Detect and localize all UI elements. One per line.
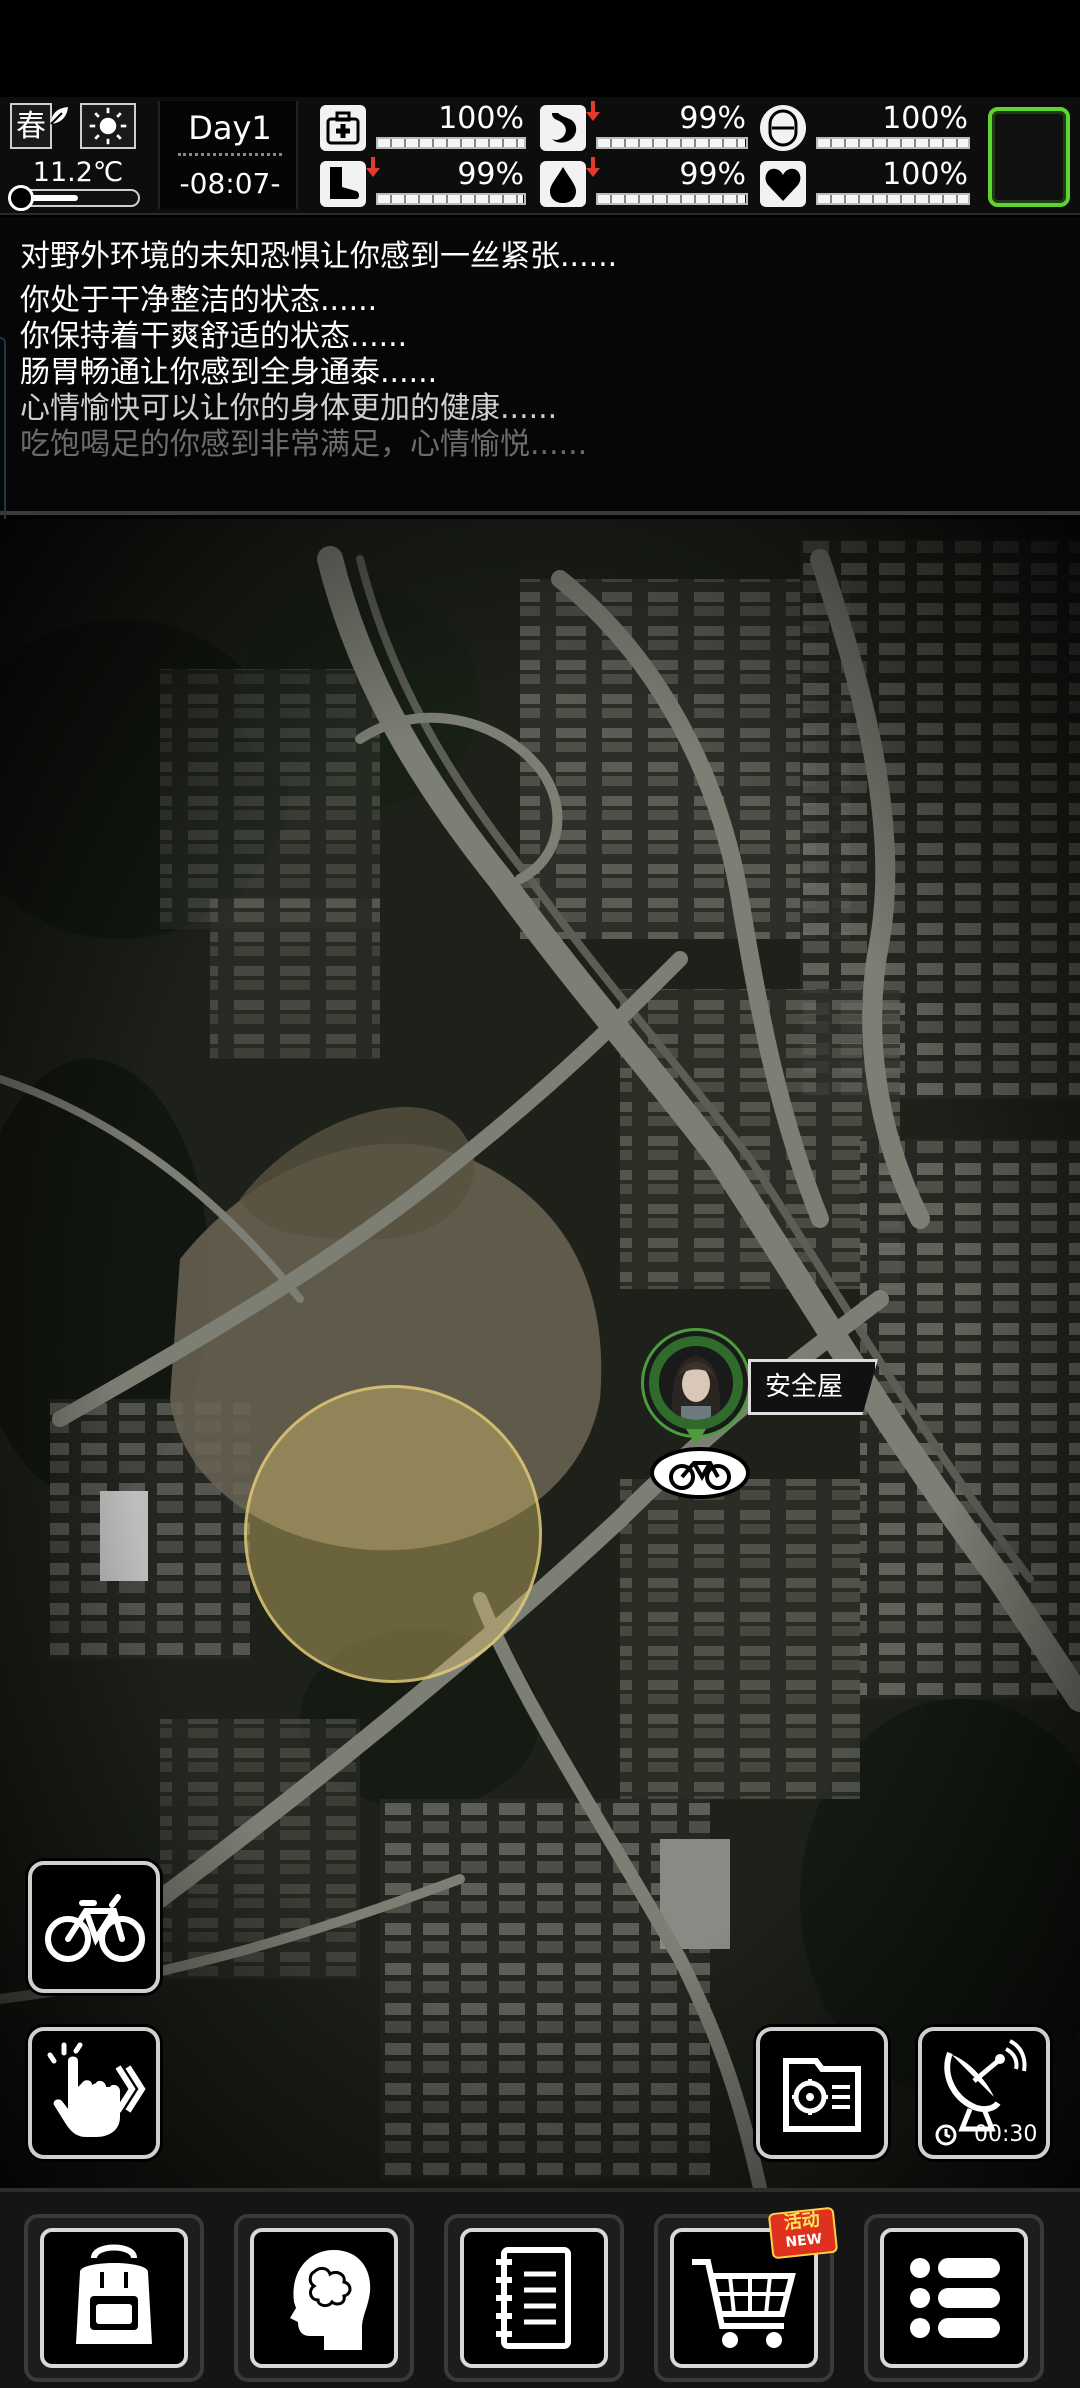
stat-mood-value: 100% [882,101,968,136]
boot-icon [320,161,366,207]
stat-heart[interactable]: 100% [760,157,972,209]
stat-thirst[interactable]: 99% [540,157,750,209]
decrease-arrow-icon [366,157,380,177]
log-message: 心情愉快可以让你的身体更加的健康...... [20,391,558,426]
game-clock: -08:07- [179,167,281,200]
nav-journal[interactable] [444,2214,624,2382]
stat-health-value: 100% [438,101,524,136]
water-drop-icon [540,161,586,207]
season-label: 春 [16,109,46,144]
world-map[interactable]: 安全屋 00:30 [0,519,1080,2188]
event-new-badge: 活动 NEW [767,2206,839,2260]
day-counter: Day1 [188,109,272,147]
stat-thirst-value: 99% [679,157,746,192]
temperature-readout: 11.2℃ [32,157,124,188]
stat-mood[interactable]: 100% [760,101,972,153]
thermometer-icon [8,185,34,211]
stat-hunger-bar [596,137,748,149]
player-avatar [659,1346,733,1420]
season-indicator: 春 [10,103,52,149]
stat-stamina[interactable]: 99% [320,157,528,209]
log-message: 对野外环境的未知恐惧让你感到一丝紧张...... [20,239,618,274]
menu-list-icon [910,2258,1000,2338]
player-marker[interactable] [644,1331,748,1435]
backpack-icon [76,2244,152,2344]
stat-hunger-value: 99% [679,101,746,136]
safehouse-label[interactable]: 安全屋 [748,1359,879,1415]
nav-menu[interactable] [864,2214,1044,2382]
stat-heart-bar [816,193,970,205]
weather-indicator [80,103,136,149]
log-message: 你保持着干爽舒适的状态...... [20,319,408,354]
nav-backpack[interactable] [24,2214,204,2382]
bicycle-icon [45,1894,145,1962]
stat-stamina-bar [376,193,526,205]
bottom-navigation: 活动 NEW [0,2188,1080,2388]
nav-shop[interactable]: 活动 NEW [654,2206,839,2382]
stat-health-bar [376,137,526,149]
stat-mood-bar [816,137,970,149]
decrease-arrow-icon [586,101,600,121]
equipment-slot[interactable] [988,107,1070,207]
stat-stamina-value: 99% [457,157,524,192]
medkit-icon [320,105,366,151]
nav-skills[interactable] [234,2214,414,2382]
vehicle-bicycle-icon [650,1447,750,1499]
signal-scan-button[interactable]: 00:30 [918,2027,1050,2159]
map-card-button[interactable] [756,2027,888,2159]
heart-icon [760,161,806,207]
status-bar: 春 11.2℃ Day1 -08:07- 100% 99% 100% 99% 9… [0,97,1080,215]
search-zone-circle[interactable] [244,1385,542,1683]
tap-forward-icon [47,2042,146,2137]
stat-thirst-bar [596,193,748,205]
leaf-icon [50,107,68,125]
stat-heart-value: 100% [882,157,968,192]
message-log[interactable]: 对野外环境的未知恐惧让你感到一丝紧张...... 你处于干净整洁的状态.....… [0,217,1080,515]
day-time-panel: Day1 -08:07- [158,101,298,209]
notebook-icon [496,2247,571,2349]
satellite-map-image [0,519,1080,2188]
move-action-button[interactable] [28,2027,160,2159]
map-location-card-icon [783,2058,861,2132]
brain-head-icon [290,2250,371,2350]
stat-hunger[interactable]: 99% [540,101,750,153]
log-message: 吃饱喝足的你感到非常满足，心情愉悦...... [20,427,588,462]
mood-face-icon [760,105,806,151]
decrease-arrow-icon [586,157,600,177]
sun-icon [89,107,127,145]
log-message: 肠胃畅通让你感到全身通泰...... [20,355,438,390]
bicycle-button[interactable] [28,1861,160,1993]
signal-timer: 00:30 [974,2122,1038,2147]
player-marker-pointer [686,1429,706,1445]
day-progress-ticks [178,153,282,161]
log-message: 你处于干净整洁的状态...... [20,283,378,318]
log-scroll-handle[interactable] [0,337,6,527]
stomach-icon [540,105,586,151]
stat-health[interactable]: 100% [320,101,528,153]
